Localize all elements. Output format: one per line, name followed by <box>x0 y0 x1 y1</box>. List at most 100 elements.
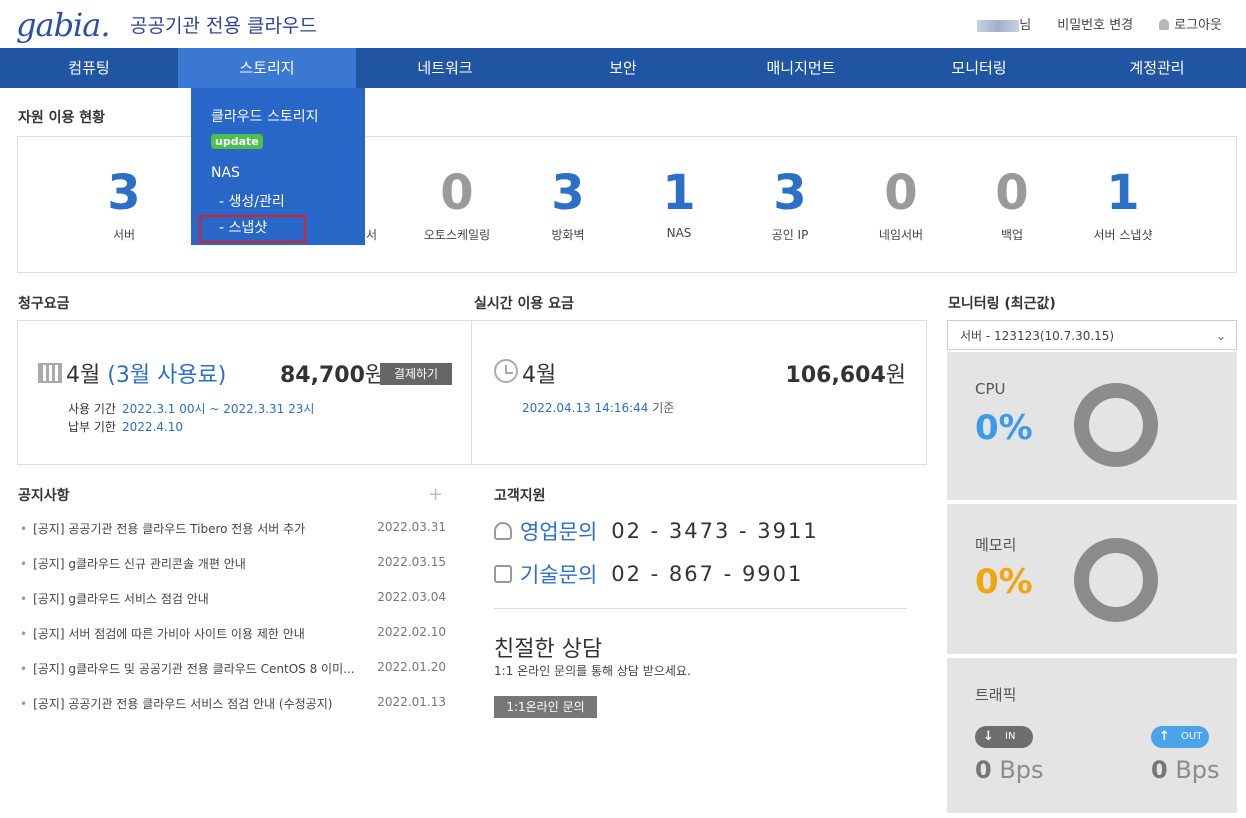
nav-monitoring[interactable]: 모니터링 <box>890 48 1068 88</box>
notice-date: 2022.02.10 <box>377 625 446 639</box>
usage-autoscaling[interactable]: 0 오토스케일링 <box>397 164 517 243</box>
usage-label: 오토스케일링 <box>423 228 491 242</box>
traffic-in-badge: ↓ IN <box>975 726 1033 748</box>
billing-month-value: 4월 <box>66 363 101 388</box>
billing-due: 납부 기한 2022.4.10 <box>68 418 183 435</box>
usage-value: 0 <box>884 165 918 221</box>
usage-firewall[interactable]: 3 방화벽 <box>508 164 628 243</box>
usage-value: 0 <box>440 165 474 221</box>
online-inquiry-button[interactable]: 1:1온라인 문의 <box>494 696 597 718</box>
realtime-title: 실시간 이용 요금 <box>474 296 574 312</box>
usage-label: 백업 <box>1000 228 1024 242</box>
realtime-timestamp-value: 2022.04.13 14:16:44 <box>522 401 649 415</box>
nav-management[interactable]: 매니지먼트 <box>712 48 890 88</box>
usage-label: 방화벽 <box>551 228 585 242</box>
usage-label: NAS <box>666 226 692 240</box>
billing-due-value: 2022.4.10 <box>121 420 184 434</box>
cpu-card: CPU 0% <box>947 352 1237 500</box>
realtime-timestamp: 2022.04.13 14:16:44 기준 <box>522 399 674 416</box>
usage-value: 1 <box>1106 165 1140 221</box>
billing-due-label: 납부 기한 <box>68 420 116 434</box>
notice-date: 2022.03.15 <box>377 555 446 569</box>
billing-period: 사용 기간 2022.3.1 00시 ~ 2022.3.31 23시 <box>68 400 314 417</box>
billing-period-label: 사용 기간 <box>68 402 116 416</box>
gabia-logo[interactable]: gabia. <box>16 6 111 44</box>
usage-server-snapshot[interactable]: 1 서버 스냅샷 <box>1063 164 1183 243</box>
usage-nas[interactable]: 1 NAS <box>619 164 739 240</box>
notice-item[interactable]: [공지] 공공기관 전용 클라우드 Tibero 전용 서버 추가 2022.03… <box>20 520 446 555</box>
server-select[interactable]: 서버 - 123123(10.7.30.15) ⌄ <box>947 320 1237 350</box>
usage-public-ip[interactable]: 3 공인 IP <box>730 164 850 243</box>
realtime-amount: 106,604원 <box>786 357 906 389</box>
main-nav: 컴퓨팅 스토리지 네트워크 보안 매니지먼트 모니터링 계정관리 <box>0 48 1246 88</box>
pay-button[interactable]: 결제하기 <box>380 363 452 385</box>
billing-month: 4월 (3월 사용료) <box>66 357 226 389</box>
notice-date: 2022.03.04 <box>377 590 446 604</box>
usage-nameserver[interactable]: 0 네임서버 <box>841 164 961 243</box>
realtime-amount-value: 106,604 <box>785 363 886 388</box>
notice-date: 2022.01.13 <box>377 695 446 709</box>
notice-item[interactable]: [공지] g클라우드 신규 관리콘솔 개편 안내 2022.03.15 <box>20 555 446 590</box>
usage-value: 0 <box>995 165 1029 221</box>
billing-usage-month: (3월 사용료) <box>107 363 227 388</box>
billing-divider <box>471 321 472 464</box>
notice-item[interactable]: [공지] g클라우드 및 공공기관 전용 클라우드 CentOS 8 이미...… <box>20 660 446 695</box>
usage-backup[interactable]: 0 백업 <box>952 164 1072 243</box>
user-icon <box>1159 19 1170 30</box>
nav-security[interactable]: 보안 <box>534 48 712 88</box>
menu-nas[interactable]: NAS <box>211 165 365 181</box>
plus-icon[interactable]: + <box>428 484 443 505</box>
arrow-down-icon: ↓ <box>983 729 994 744</box>
usage-server[interactable]: 3 서버 <box>64 164 184 243</box>
notice-item[interactable]: [공지] g클라우드 서비스 점검 안내 2022.03.04 <box>20 590 446 625</box>
menu-nas-snapshot[interactable]: - 스냅샷 <box>199 215 306 243</box>
update-badge: update <box>211 134 263 149</box>
server-select-value: 서버 - 123123(10.7.30.15) <box>960 329 1115 343</box>
billing-panel: 4월 (3월 사용료) 84,700원 결제하기 사용 기간 2022.3.1 0… <box>17 320 927 465</box>
change-password-link[interactable]: 비밀번호 변경 <box>1057 14 1133 33</box>
usage-label: 네임서버 <box>878 228 924 242</box>
clock-icon <box>494 359 518 383</box>
notice-text: [공지] g클라우드 신규 관리콘솔 개편 안내 <box>33 557 246 571</box>
traffic-out-number: 0 <box>1151 756 1168 784</box>
nav-account[interactable]: 계정관리 <box>1068 48 1246 88</box>
notice-item[interactable]: [공지] 공공기관 전용 클라우드 서비스 점검 안내 (수정공지) 2022.0… <box>20 695 446 730</box>
notice-text: [공지] 공공기관 전용 클라우드 서비스 점검 안내 (수정공지) <box>33 697 333 711</box>
traffic-in-label: IN <box>1005 731 1016 742</box>
site-subtitle: 공공기관 전용 클라우드 <box>130 15 317 37</box>
calendar-icon <box>38 363 62 383</box>
notice-list: [공지] 공공기관 전용 클라우드 Tibero 전용 서버 추가 2022.03… <box>20 520 446 730</box>
traffic-card: 트래픽 ↓ IN ↑ OUT 0 Bps 0 Bps <box>947 658 1237 813</box>
menu-nas-create-manage[interactable]: - 생성/관리 <box>211 191 365 211</box>
usage-value: 3 <box>551 165 585 221</box>
usage-hidden-label: 서 <box>366 228 378 242</box>
arrow-up-icon: ↑ <box>1159 729 1170 744</box>
notice-text: [공지] g클라우드 서비스 점검 안내 <box>33 592 209 606</box>
person-icon <box>494 522 512 540</box>
logout-link[interactable]: 로그아웃 <box>1159 14 1222 33</box>
user-name: 님 <box>977 14 1031 33</box>
consult-title: 친절한 상담 <box>494 637 603 662</box>
nav-computing[interactable]: 컴퓨팅 <box>0 48 178 88</box>
traffic-out-unit: Bps <box>1175 756 1220 784</box>
tech-label: 기술문의 <box>520 563 598 587</box>
notice-text: [공지] 공공기관 전용 클라우드 Tibero 전용 서버 추가 <box>33 522 306 536</box>
notice-text: [공지] g클라우드 및 공공기관 전용 클라우드 CentOS 8 이미... <box>33 662 355 676</box>
sales-label: 영업문의 <box>520 520 598 544</box>
usage-label: 서버 스냅샷 <box>1093 228 1153 242</box>
memory-card: 메모리 0% <box>947 504 1237 654</box>
nav-storage[interactable]: 스토리지 <box>178 48 356 88</box>
top-header: gabia. 공공기관 전용 클라우드 님 비밀번호 변경 로그아웃 <box>0 0 1246 48</box>
usage-label: 서버 <box>112 228 136 242</box>
notice-date: 2022.03.31 <box>377 520 446 534</box>
tech-contact: 기술문의 02 - 867 - 9901 <box>494 559 803 589</box>
traffic-in-unit: Bps <box>999 756 1044 784</box>
menu-cloud-storage[interactable]: 클라우드 스토리지 <box>211 106 365 126</box>
nav-network[interactable]: 네트워크 <box>356 48 534 88</box>
billing-amount: 84,700원 <box>280 357 385 389</box>
tech-phone: 02 - 867 - 9901 <box>611 562 804 586</box>
user-name-blurred <box>977 19 1020 32</box>
notice-item[interactable]: [공지] 서버 점검에 따른 가비아 사이트 이용 제한 안내 2022.02.1… <box>20 625 446 660</box>
traffic-out-badge: ↑ OUT <box>1151 726 1209 748</box>
traffic-in-number: 0 <box>975 756 992 784</box>
